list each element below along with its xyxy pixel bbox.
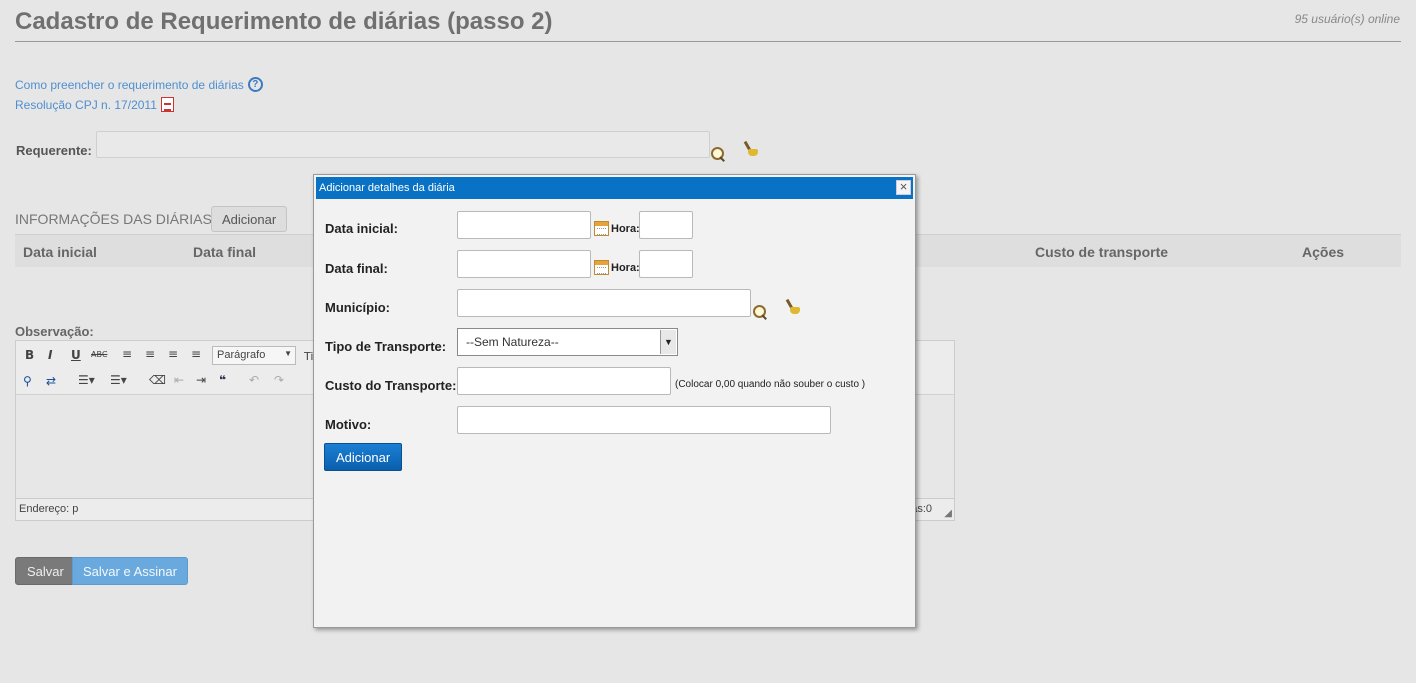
indent-icon[interactable]: ⇥ bbox=[196, 373, 206, 387]
calendar-icon[interactable] bbox=[594, 260, 609, 275]
find-icon[interactable]: ⚲ bbox=[23, 374, 32, 388]
observacao-label: Observação: bbox=[15, 324, 94, 339]
tipo-transporte-label: Tipo de Transporte: bbox=[325, 339, 447, 354]
how-to-fill-link[interactable]: Como preencher o requerimento de diárias bbox=[15, 78, 244, 92]
align-justify-icon[interactable]: ≡ bbox=[191, 347, 201, 361]
motivo-input[interactable] bbox=[457, 406, 831, 434]
add-diaria-modal: Adicionar detalhes da diária × Data inic… bbox=[313, 174, 916, 628]
strikethrough-icon[interactable]: ABC bbox=[91, 350, 107, 359]
column-header: Data inicial bbox=[23, 244, 97, 260]
align-left-icon[interactable]: ≡ bbox=[122, 347, 132, 361]
add-diaria-button[interactable]: Adicionar bbox=[211, 206, 288, 232]
modal-title: Adicionar detalhes da diária bbox=[319, 182, 455, 194]
page-title: Cadastro de Requerimento de diárias (pas… bbox=[15, 8, 553, 35]
clear-broom-icon[interactable] bbox=[786, 299, 801, 315]
data-final-input[interactable] bbox=[457, 250, 591, 278]
close-icon[interactable]: × bbox=[896, 180, 911, 195]
hora-label: Hora: bbox=[611, 223, 640, 235]
resize-handle-icon[interactable]: ◢ bbox=[944, 508, 952, 519]
tipo-transporte-select[interactable]: --Sem Natureza-- ▼ bbox=[457, 328, 678, 356]
pdf-icon[interactable] bbox=[160, 97, 174, 113]
requerente-label: Requerente: bbox=[16, 143, 92, 158]
data-inicial-label: Data inicial: bbox=[325, 221, 398, 236]
users-online-count: 95 usuário(s) online bbox=[1294, 12, 1400, 26]
custo-transporte-input[interactable] bbox=[457, 367, 671, 395]
help-link-row: Como preencher o requerimento de diárias… bbox=[15, 76, 263, 94]
save-and-sign-button[interactable]: Salvar e Assinar bbox=[72, 557, 188, 585]
bold-icon[interactable]: B bbox=[25, 348, 34, 362]
blockquote-icon[interactable]: ❝ bbox=[219, 373, 226, 387]
eraser-icon[interactable]: ⌫ bbox=[149, 373, 166, 387]
hora-label: Hora: bbox=[611, 262, 640, 274]
hora-inicial-input[interactable] bbox=[639, 211, 693, 239]
align-right-icon[interactable]: ≡ bbox=[168, 347, 178, 361]
underline-icon[interactable]: U bbox=[71, 348, 81, 362]
search-icon[interactable] bbox=[753, 305, 766, 318]
modal-header: Adicionar detalhes da diária × bbox=[316, 177, 913, 199]
search-icon[interactable] bbox=[711, 147, 724, 160]
column-header: Ações bbox=[1302, 244, 1345, 260]
format-select-value: Parágrafo bbox=[217, 349, 266, 361]
data-final-label: Data final: bbox=[325, 261, 388, 276]
calendar-icon[interactable] bbox=[594, 221, 609, 236]
chevron-down-icon: ▼ bbox=[284, 349, 292, 358]
format-select[interactable]: Parágrafo ▼ bbox=[212, 346, 296, 365]
replace-icon[interactable]: ⇄ bbox=[46, 374, 56, 388]
resolution-link[interactable]: Resolução CPJ n. 17/2011 bbox=[15, 98, 157, 112]
help-icon[interactable]: ? bbox=[247, 77, 263, 93]
custo-transporte-label: Custo do Transporte: bbox=[325, 378, 457, 393]
requerente-input[interactable] bbox=[96, 131, 710, 158]
save-button[interactable]: Salvar bbox=[15, 557, 76, 585]
data-inicial-input[interactable] bbox=[457, 211, 591, 239]
column-header: Data final bbox=[193, 244, 257, 260]
numbered-list-icon[interactable]: ☰▾ bbox=[110, 373, 127, 387]
chevron-down-icon: ▼ bbox=[660, 330, 676, 354]
undo-icon[interactable]: ↶ bbox=[249, 373, 259, 387]
custo-hint: (Colocar 0,00 quando não souber o custo … bbox=[675, 379, 866, 390]
municipio-input[interactable] bbox=[457, 289, 751, 317]
column-header: Custo de transporte bbox=[1035, 244, 1169, 260]
resolution-link-row: Resolução CPJ n. 17/2011 bbox=[15, 96, 174, 114]
municipio-label: Município: bbox=[325, 300, 390, 315]
motivo-label: Motivo: bbox=[325, 417, 372, 432]
hora-final-input[interactable] bbox=[639, 250, 693, 278]
outdent-icon[interactable]: ⇤ bbox=[174, 373, 184, 387]
section-title-diarias: INFORMAÇÕES DAS DIÁRIAS bbox=[15, 211, 212, 227]
bullet-list-icon[interactable]: ☰▾ bbox=[78, 373, 95, 387]
redo-icon[interactable]: ↷ bbox=[274, 373, 284, 387]
italic-icon[interactable]: I bbox=[48, 348, 52, 362]
clear-broom-icon[interactable] bbox=[744, 141, 759, 157]
add-details-button[interactable]: Adicionar bbox=[324, 443, 403, 471]
title-divider bbox=[15, 41, 1401, 42]
editor-path: Endereço: p bbox=[19, 503, 79, 515]
align-center-icon[interactable]: ≡ bbox=[145, 347, 155, 361]
tipo-transporte-value: --Sem Natureza-- bbox=[466, 335, 559, 349]
